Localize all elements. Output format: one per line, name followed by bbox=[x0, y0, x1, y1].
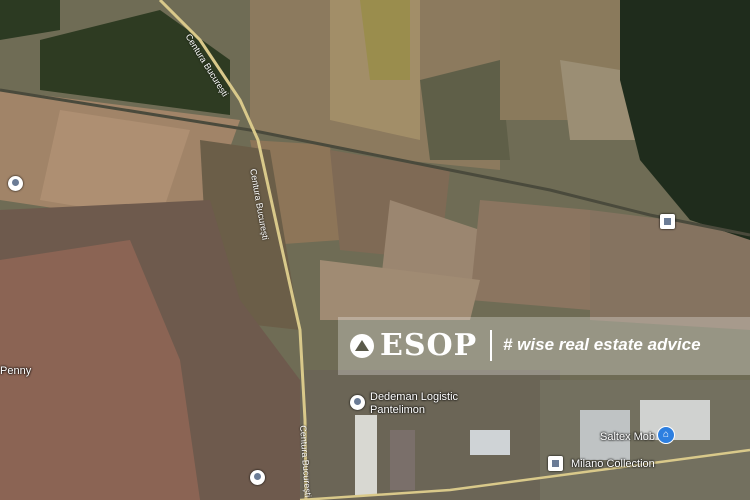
banner-tagline: # wise real estate advice bbox=[503, 335, 701, 354]
banner-divider bbox=[490, 330, 492, 361]
poi-pin-icon-dedeman[interactable] bbox=[350, 395, 365, 410]
shopping-bag-icon[interactable]: ⌂ bbox=[657, 426, 675, 444]
registered-mark: ® bbox=[468, 333, 475, 343]
store-icon[interactable] bbox=[548, 456, 563, 471]
satellite-map[interactable] bbox=[0, 0, 750, 500]
poi-pin-icon-west[interactable] bbox=[8, 176, 23, 191]
poi-pin-icon-south[interactable] bbox=[250, 470, 265, 485]
poi-label-dedeman-line2: Pantelimon bbox=[370, 404, 426, 416]
poi-label-dedeman[interactable]: Dedeman Logistic Pantelimon bbox=[370, 391, 458, 417]
poi-label-penny[interactable]: Penny bbox=[0, 365, 31, 377]
poi-label-milano[interactable]: Milano Collection bbox=[571, 458, 655, 470]
poi-label-dedeman-line1: Dedeman Logistic bbox=[370, 391, 459, 403]
train-station-icon[interactable] bbox=[660, 214, 675, 229]
poi-label-saltex[interactable]: Saltex Mob bbox=[600, 431, 655, 443]
brand-logo-text: ESOP bbox=[380, 328, 478, 363]
esop-logo-icon bbox=[350, 334, 374, 358]
